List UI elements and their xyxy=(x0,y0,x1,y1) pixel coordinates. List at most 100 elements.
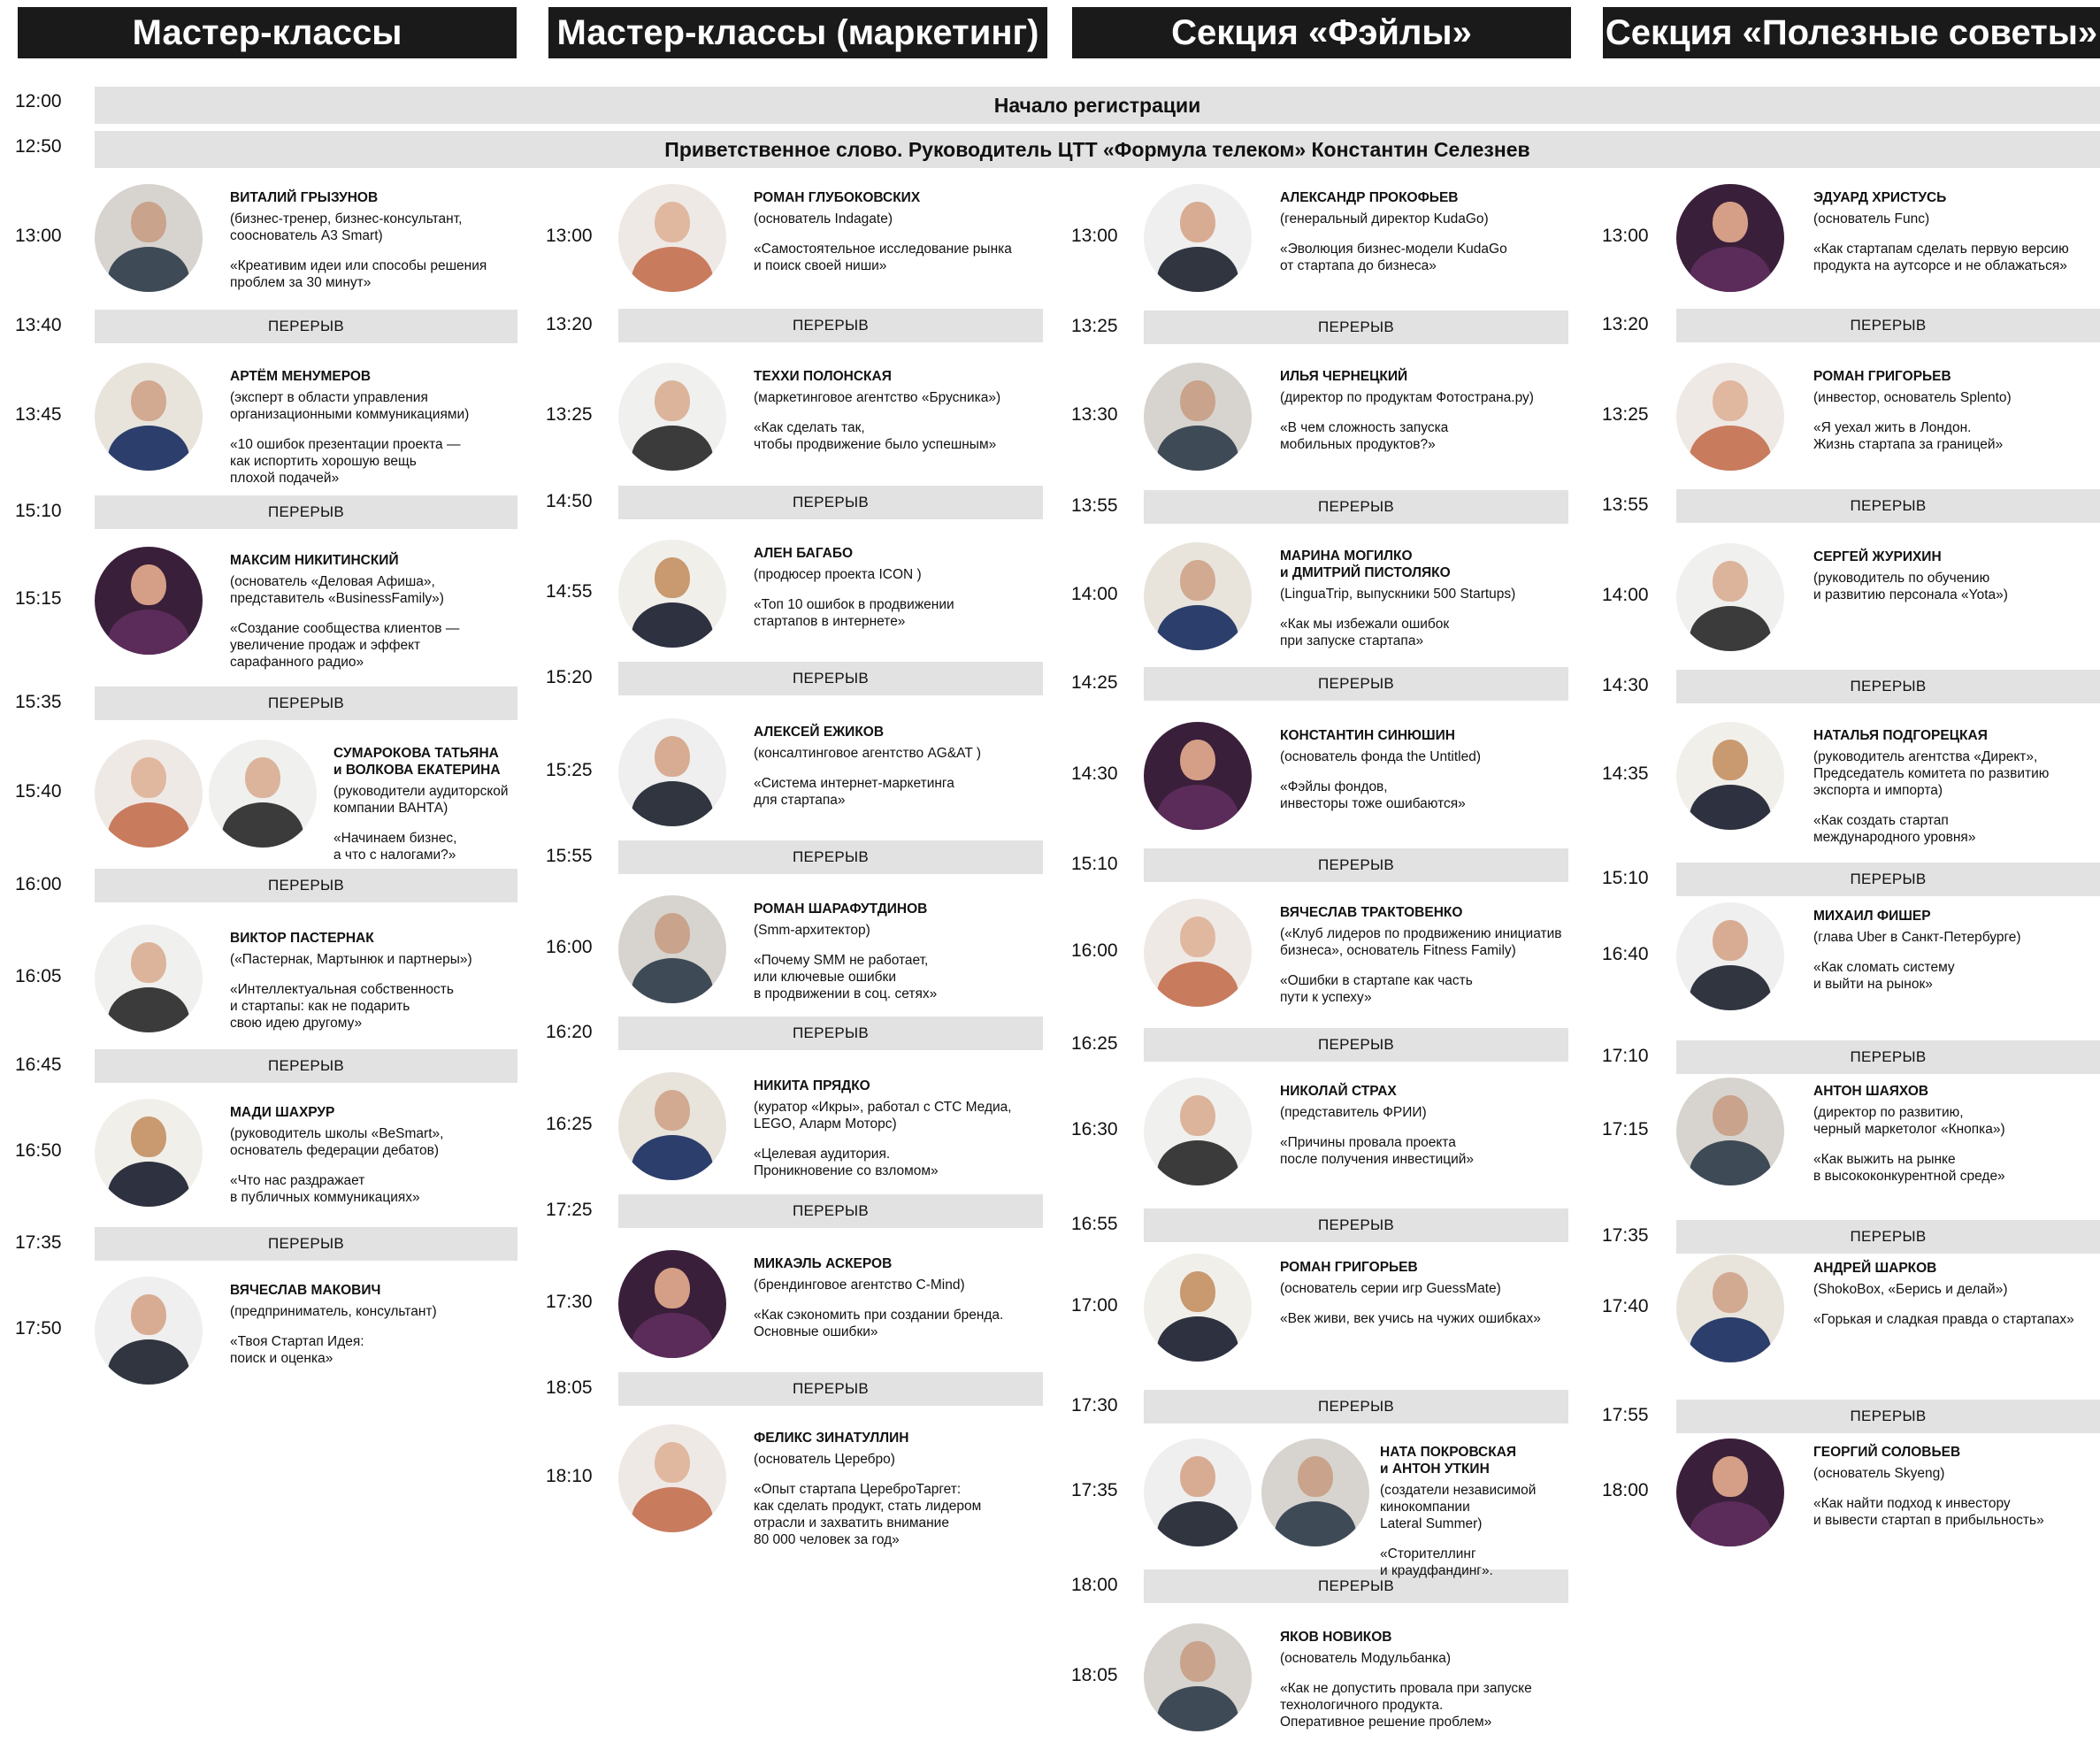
avatar-head xyxy=(655,912,690,954)
avatar-head xyxy=(1180,739,1215,780)
speaker-name: ВИКТОР ПАСТЕРНАК xyxy=(230,931,374,946)
speaker-role: (руководитель по обучению и развитию пер… xyxy=(1813,571,2008,602)
talk-time: 15:15 xyxy=(15,588,62,609)
talk-topic: «Целевая аудитория. Проникновение со взл… xyxy=(754,1147,939,1178)
break-bar: ПЕРЕРЫВ xyxy=(1676,1220,2100,1254)
break-bar: ПЕРЕРЫВ xyxy=(95,869,517,902)
talk-info: НИКОЛАЙ СТРАХ (представитель ФРИИ) «Причин… xyxy=(1280,1083,1563,1168)
talk-info: МАДИ ШАХРУР (руководитель школы «BeSmart»… xyxy=(230,1104,513,1206)
avatar-head xyxy=(655,1441,690,1483)
avatar-body xyxy=(107,246,190,292)
talk-topic: «Как выжить на рынке в высококонкурентно… xyxy=(1813,1152,2005,1184)
talk-time: 13:45 xyxy=(15,404,62,425)
avatar-head xyxy=(655,735,690,777)
speaker-name: МИКАЭЛЬ АСКЕРОВ xyxy=(754,1256,893,1271)
talk-topic: «Как сэкономить при создании бренда. Осн… xyxy=(754,1308,1004,1339)
speaker-name: ВИТАЛИЙ ГРЫЗУНОВ xyxy=(230,190,379,205)
talk-topic: «Я уехал жить в Лондон. Жизнь стартапа з… xyxy=(1813,420,2004,452)
avatar-body xyxy=(1156,1500,1239,1546)
talk-topic: «Создание сообщества клиентов — увеличен… xyxy=(230,621,460,670)
talk-info: ЭДУАРД ХРИСТУСЬ (основатель Func) «Как ста… xyxy=(1813,189,2096,274)
avatar-head xyxy=(1713,380,1748,421)
talk-info: ТЕХХИ ПОЛОНСКАЯ (маркетинговое агентство … xyxy=(754,368,1037,453)
talk-topic: «Как найти подход к инвестору и вывести … xyxy=(1813,1496,2044,1528)
speaker-name: МАДИ ШАХРУР xyxy=(230,1105,335,1120)
talk-time: 16:50 xyxy=(15,1140,62,1161)
talk-info: АРТЁМ МЕНУМЕРОВ (эксперт в области управл… xyxy=(230,368,513,487)
avatar-body xyxy=(1156,246,1239,292)
avatar-head xyxy=(655,1089,690,1131)
time-welcome: 12:50 xyxy=(15,136,62,157)
talk-time: 15:25 xyxy=(546,760,593,780)
talk-info: ЯКОВ НОВИКОВ (основатель Модульбанка) «Как… xyxy=(1280,1629,1563,1730)
break-bar: ПЕРЕРЫВ xyxy=(1144,1208,1568,1242)
talk-topic: «Век живи, век учись на чужих ошибках» xyxy=(1280,1311,1541,1326)
talk-time: 16:00 xyxy=(1071,940,1118,961)
column-header-marketing: Мастер-классы (маркетинг) xyxy=(548,7,1047,58)
break-time: 14:30 xyxy=(1602,675,1649,695)
speaker-role: (LinguaTrip, выпускники 500 Startups) xyxy=(1280,587,1516,602)
speaker-role: (основатель Модульбанка) xyxy=(1280,1651,1452,1666)
avatar-body xyxy=(1689,784,1772,830)
avatar-head xyxy=(1180,559,1215,601)
talk-topic: «Топ 10 ошибок в продвижении стартапов в… xyxy=(754,597,954,629)
talk-time: 14:30 xyxy=(1071,763,1118,784)
break-bar: ПЕРЕРЫВ xyxy=(618,1017,1043,1050)
speaker-name: РОМАН ГРИГОРЬЕВ xyxy=(1280,1260,1418,1275)
avatar-body xyxy=(107,1161,190,1207)
time-registration: 12:00 xyxy=(15,91,62,111)
break-time: 17:10 xyxy=(1602,1046,1649,1066)
break-time: 15:10 xyxy=(1602,868,1649,888)
avatar-body xyxy=(1274,1500,1357,1546)
break-bar: ПЕРЕРЫВ xyxy=(1676,1400,2100,1433)
speaker-name: РОМАН ГРИГОРЬЕВ xyxy=(1813,369,1951,384)
speaker-photo xyxy=(1676,722,1784,830)
speaker-photo xyxy=(618,1424,726,1532)
registration-bar: Начало регистрации xyxy=(95,87,2100,124)
talk-info: РОМАН ШАРАФУТДИНОВ (Smm-архитектор) «Почем… xyxy=(754,901,1037,1002)
speaker-photo xyxy=(1144,184,1252,292)
talk-info: АЛЕКСЕЙ ЕЖИКОВ (консалтинговое агентство … xyxy=(754,724,1037,809)
talk-time: 18:05 xyxy=(1071,1665,1118,1685)
speaker-name: НАТА ПОКРОВСКАЯ и АНТОН УТКИН xyxy=(1380,1445,1517,1477)
avatar-body xyxy=(631,246,714,292)
speaker-name: ФЕЛИКС ЗИНАТУЛЛИН xyxy=(754,1431,909,1446)
talk-topic: «Креативим идеи или способы решения проб… xyxy=(230,258,487,290)
talk-info: ГЕОРГИЙ СОЛОВЬЕВ (основатель Skyeng) «Как … xyxy=(1813,1444,2096,1529)
talk-info: РОМАН ГРИГОРЬЕВ (инвестор, основатель Spl… xyxy=(1813,368,2096,453)
avatar-head xyxy=(1713,1094,1748,1136)
speaker-name: ТЕХХИ ПОЛОНСКАЯ xyxy=(754,369,892,384)
speaker-name: РОМАН ГЛУБОКОВСКИХ xyxy=(754,190,921,205)
avatar-head xyxy=(1180,1094,1215,1136)
break-time: 15:10 xyxy=(15,501,62,521)
speaker-name: РОМАН ШАРАФУТДИНОВ xyxy=(754,902,928,917)
talk-time: 16:25 xyxy=(546,1114,593,1134)
avatar-head xyxy=(1713,739,1748,780)
talk-topic: «Как сделать так, чтобы продвижение было… xyxy=(754,420,997,452)
avatar-body xyxy=(107,425,190,471)
talk-info: АНДРЕЙ ШАРКОВ (ShokoBox, «Берись и делай»… xyxy=(1813,1260,2096,1328)
break-bar: ПЕРЕРЫВ xyxy=(1676,670,2100,703)
welcome-bar: Приветственное слово. Руководитель ЦТТ «… xyxy=(95,131,2100,168)
speaker-role: (продюсер проекта ICON ) xyxy=(754,567,922,582)
break-time: 13:20 xyxy=(546,314,593,334)
break-time: 16:45 xyxy=(15,1055,62,1075)
talk-topic: «Горькая и сладкая правда о стартапах» xyxy=(1813,1312,2074,1327)
speaker-name: АРТЁМ МЕНУМЕРОВ xyxy=(230,369,372,384)
speaker-name: ВЯЧЕСЛАВ ТРАКТОВЕНКО xyxy=(1280,905,1463,920)
talk-time: 13:00 xyxy=(15,226,62,246)
speaker-photo xyxy=(1676,1439,1784,1546)
avatar-head xyxy=(131,1116,166,1157)
speaker-name: МИХАИЛ ФИШЕР xyxy=(1813,909,1931,924)
break-bar: ПЕРЕРЫВ xyxy=(95,1049,517,1083)
talk-time: 13:00 xyxy=(1071,226,1118,246)
speaker-photo xyxy=(95,925,203,1032)
break-bar: ПЕРЕРЫВ xyxy=(1676,863,2100,896)
talk-time: 18:10 xyxy=(546,1466,593,1486)
speaker-role: (основатель Func) xyxy=(1813,211,1930,226)
talk-topic: «Что нас раздражает в публичных коммуник… xyxy=(230,1173,420,1205)
break-bar: ПЕРЕРЫВ xyxy=(618,662,1043,695)
break-time: 16:55 xyxy=(1071,1214,1118,1234)
avatar-head xyxy=(1180,201,1215,242)
avatar-head xyxy=(655,1267,690,1308)
